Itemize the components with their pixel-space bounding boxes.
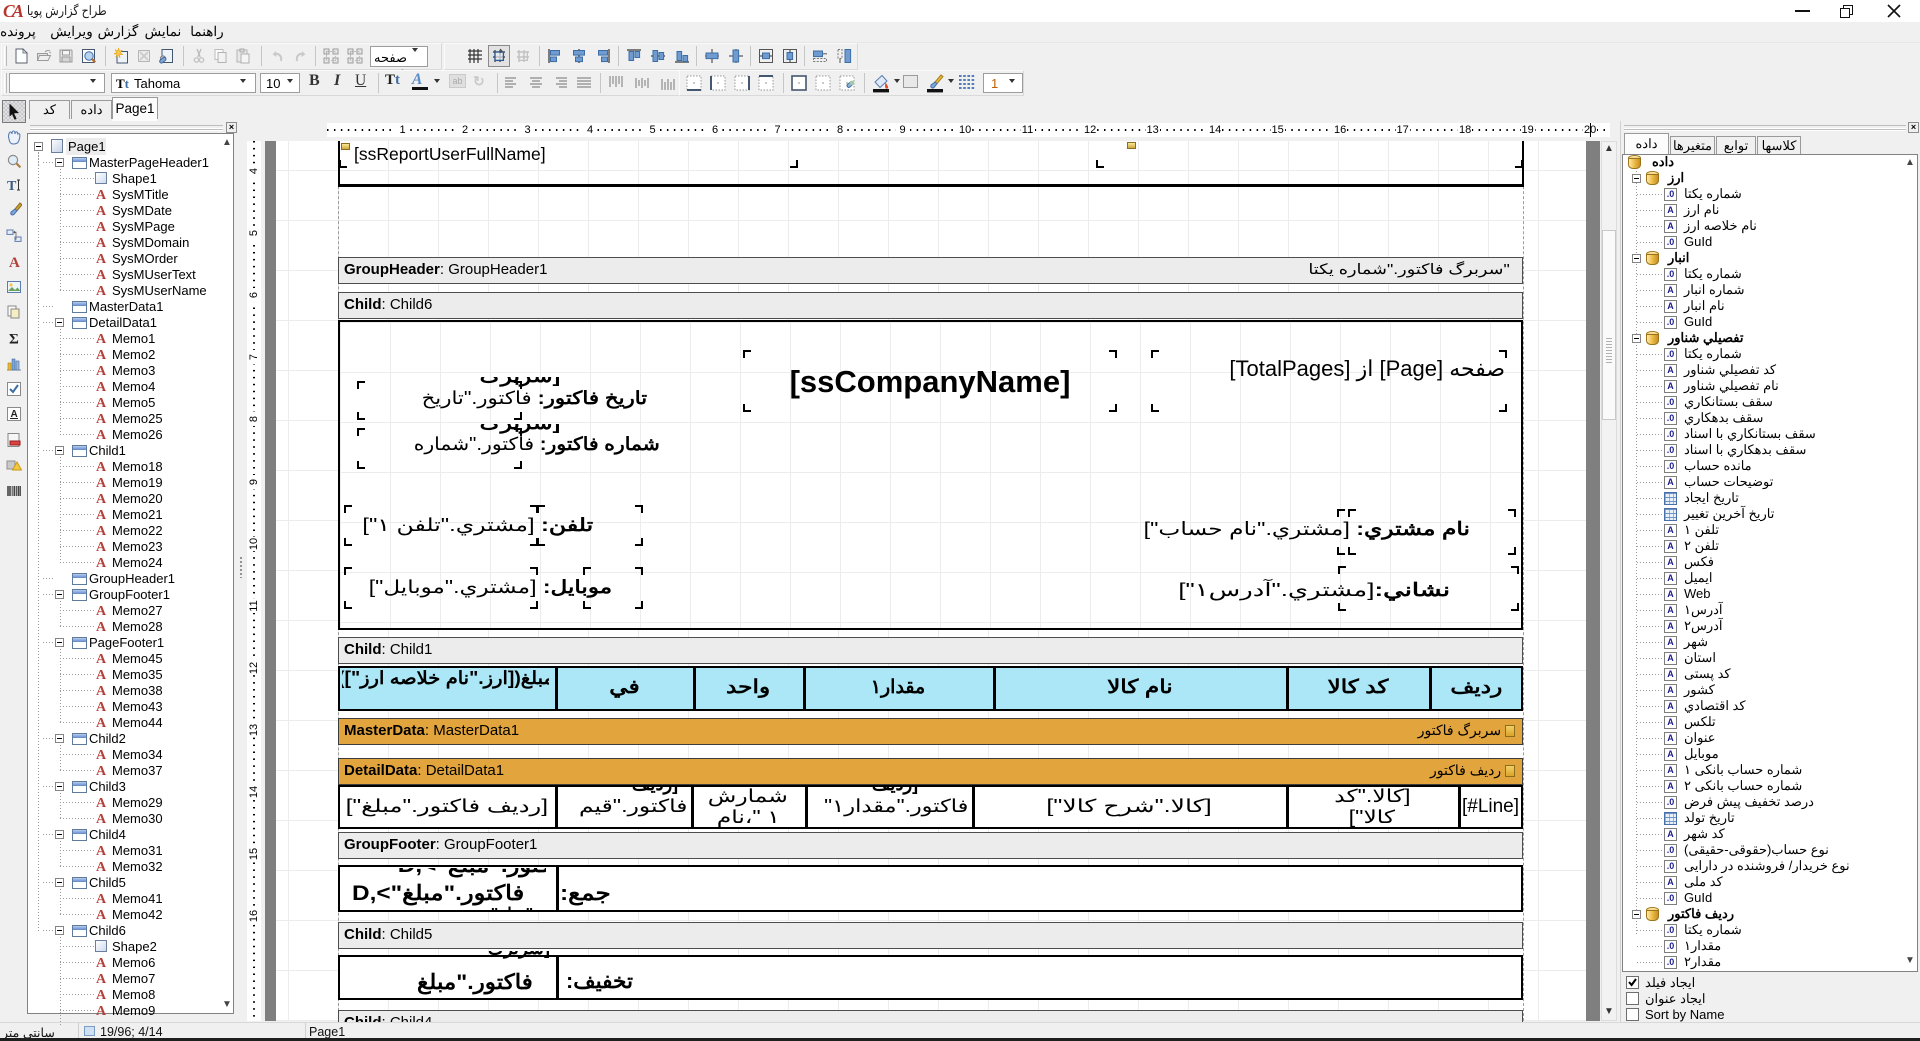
svg-text:Σ: Σ [9, 332, 19, 347]
svg-text:T: T [7, 179, 17, 193]
svg-text:A: A [9, 255, 20, 269]
